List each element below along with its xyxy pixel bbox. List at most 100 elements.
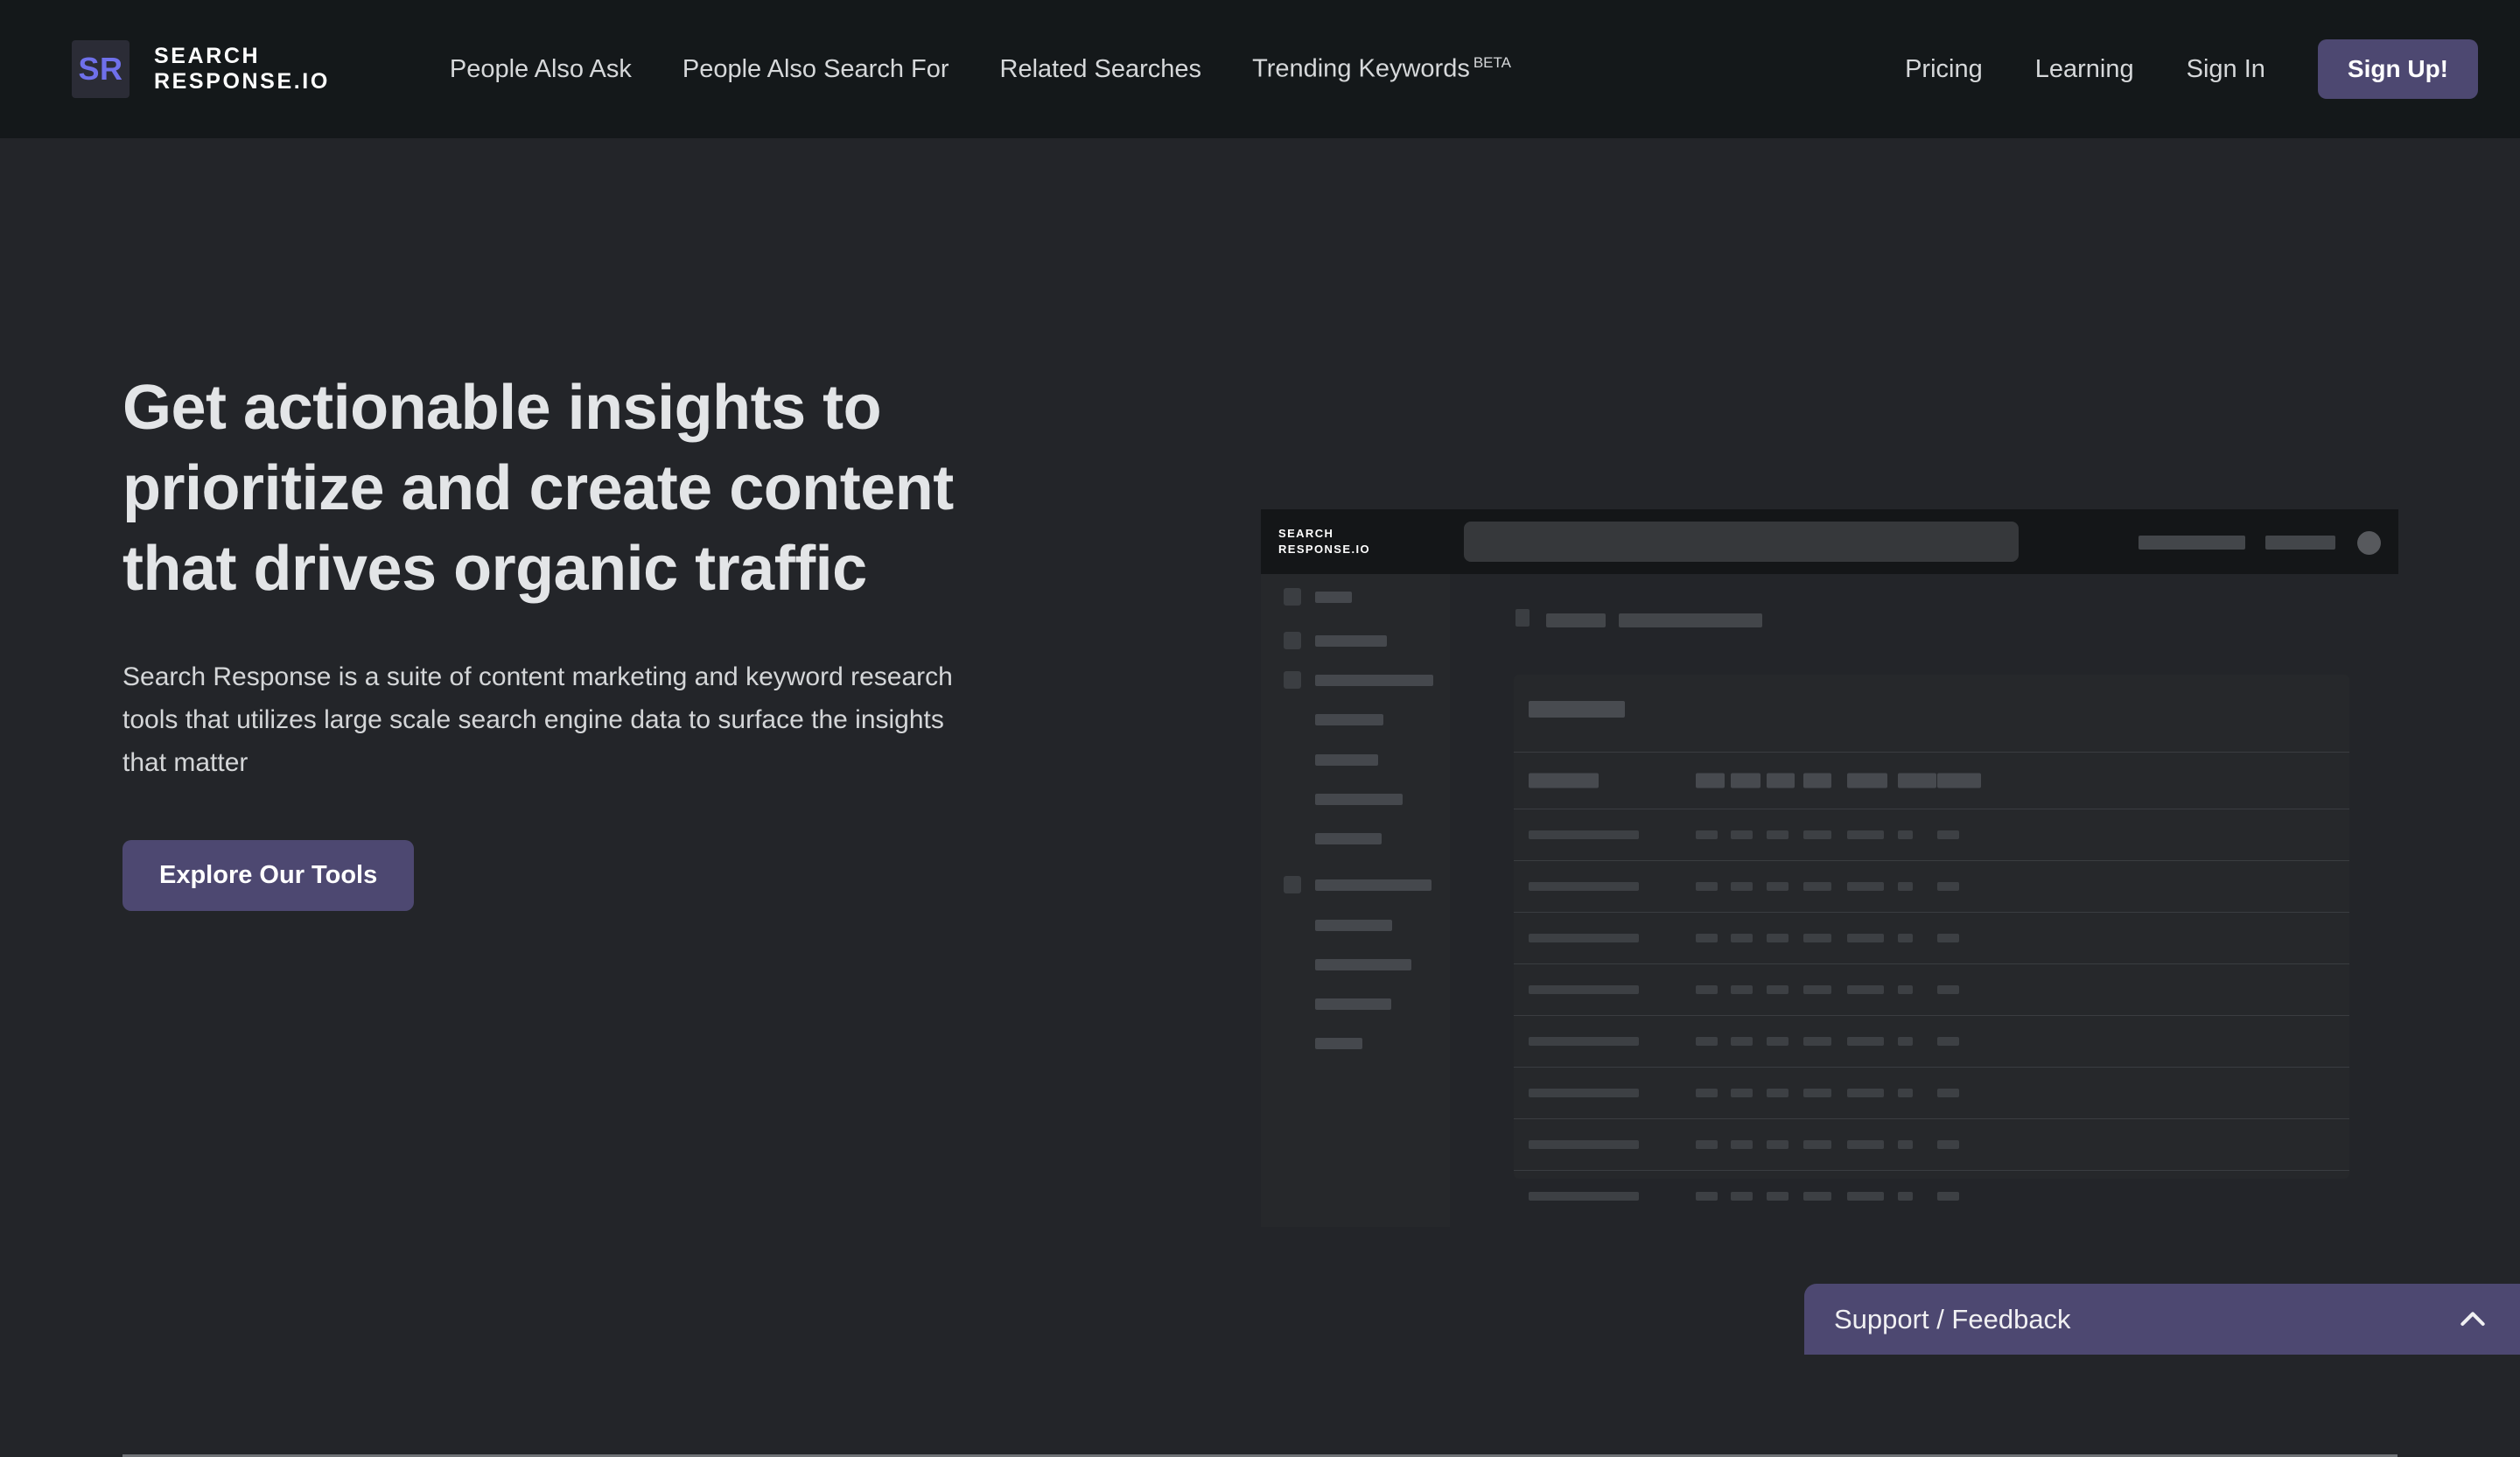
nav-item-people-also-ask[interactable]: People Also Ask (424, 55, 657, 84)
mockup-sidebar-item[interactable] (1261, 995, 1450, 1012)
mockup-table-cell (1731, 1140, 1753, 1149)
nav-label: Related Searches (999, 54, 1202, 83)
mockup-breadcrumb-icon (1516, 609, 1530, 627)
mockup-sidebar-item[interactable] (1261, 588, 1450, 606)
mockup-sidebar-item[interactable] (1261, 751, 1450, 768)
mockup-table-cell (1847, 1140, 1884, 1149)
mockup-table-cell (1937, 830, 1959, 839)
main-nav: People Also Ask People Also Search For R… (424, 54, 1536, 84)
mockup-table-cell (1847, 934, 1884, 942)
mockup-table-cell (1767, 1192, 1788, 1201)
mockup-table-cell (1696, 1140, 1718, 1149)
mockup-table-cell (1529, 985, 1639, 994)
mockup-table-title (1529, 701, 1625, 718)
mockup-table-cell (1529, 934, 1639, 942)
mockup-sidebar-item[interactable] (1261, 1034, 1450, 1052)
mockup-sidebar-item[interactable] (1261, 916, 1450, 934)
mockup-table-header-row (1514, 752, 2349, 809)
support-feedback-widget[interactable]: Support / Feedback (1804, 1284, 2520, 1355)
hero-subtitle: Search Response is a suite of content ma… (122, 662, 953, 777)
mockup-table-cell (1847, 1089, 1884, 1097)
mockup-table-row[interactable] (1514, 1118, 2349, 1170)
mockup-search-input[interactable] (1464, 522, 2019, 562)
mockup-table-cell (1803, 985, 1831, 994)
mockup-table-cell (1529, 882, 1639, 891)
mockup-sidebar-item-label (1315, 675, 1433, 686)
mockup-table-cell (1937, 1192, 1959, 1201)
nav-item-trending-keywords[interactable]: Trending Keywords BETA (1227, 54, 1536, 84)
brand-logo[interactable]: SR SEARCH RESPONSE.IO (72, 40, 330, 98)
chevron-up-icon[interactable] (2455, 1302, 2490, 1337)
mockup-table-row[interactable] (1514, 963, 2349, 1015)
mockup-table-cell (1847, 985, 1884, 994)
nav-item-sign-in[interactable]: Sign In (2160, 55, 2292, 84)
mockup-table-row[interactable] (1514, 1015, 2349, 1067)
mockup-table-cell (1898, 1140, 1913, 1149)
mockup-table-cell (1898, 985, 1913, 994)
mockup-sidebar-item[interactable] (1261, 711, 1450, 728)
nav-item-people-also-search-for[interactable]: People Also Search For (657, 55, 975, 84)
mockup-sidebar-item-label (1315, 1038, 1362, 1049)
mockup-table-cell (1731, 1037, 1753, 1046)
mockup-table-cell (1529, 830, 1639, 839)
nav-item-learning[interactable]: Learning (2009, 55, 2160, 84)
logo-badge-icon: SR (72, 40, 130, 98)
logo-wordmark: SEARCH RESPONSE.IO (154, 43, 330, 95)
mockup-table-cell (1847, 882, 1884, 891)
mockup-sidebar-item[interactable] (1261, 671, 1450, 689)
mockup-avatar (2357, 531, 2381, 555)
mockup-column-header (1696, 773, 1725, 788)
mockup-table-cell (1847, 830, 1884, 839)
app-preview-mockup: SEARCH RESPONSE.IO (1261, 509, 2398, 1227)
mockup-header-placeholder-2 (2265, 536, 2335, 550)
mockup-table-cell (1767, 1037, 1788, 1046)
mockup-table-cell (1731, 882, 1753, 891)
mockup-logo-wordmark: SEARCH RESPONSE.IO (1278, 527, 1370, 556)
nav-label: People Also Search For (682, 54, 949, 83)
mockup-column-header (1937, 773, 1981, 788)
mockup-sidebar-item-label (1315, 879, 1432, 891)
mockup-table-cell (1529, 1140, 1639, 1149)
mockup-table-cell (1898, 1037, 1913, 1046)
mockup-sidebar-item[interactable] (1261, 632, 1450, 649)
mockup-sidebar-item[interactable] (1261, 830, 1450, 847)
mockup-sidebar-item[interactable] (1261, 876, 1450, 893)
mockup-table-cell (1847, 1192, 1884, 1201)
hero-copy: Get actionable insights to prioritize an… (122, 368, 1059, 912)
sign-up-button[interactable]: Sign Up! (2317, 39, 2478, 99)
support-feedback-label: Support / Feedback (1834, 1303, 2071, 1334)
mockup-column-header (1731, 773, 1760, 788)
mockup-sidebar-item[interactable] (1261, 790, 1450, 808)
nav-item-related-searches[interactable]: Related Searches (975, 55, 1228, 84)
mockup-table-row[interactable] (1514, 912, 2349, 963)
mockup-header-placeholder-1 (2138, 536, 2245, 550)
mockup-table-cell (1767, 985, 1788, 994)
mockup-table-card (1514, 675, 2349, 1201)
mockup-table-cell (1767, 934, 1788, 942)
mockup-content-area (1450, 574, 2398, 1227)
mockup-sidebar-item-label (1315, 754, 1378, 766)
mockup-column-header (1898, 773, 1936, 788)
mockup-sidebar-item-icon (1284, 588, 1301, 606)
explore-our-tools-button[interactable]: Explore Our Tools (122, 840, 415, 912)
mockup-table-row[interactable] (1514, 809, 2349, 860)
mockup-table-cell (1937, 1037, 1959, 1046)
mockup-table-row[interactable] (1514, 1067, 2349, 1118)
mockup-table-cell (1803, 830, 1831, 839)
mockup-table-row[interactable] (1514, 860, 2349, 912)
nav-item-pricing[interactable]: Pricing (1879, 55, 2009, 84)
right-nav: Pricing Learning Sign In Sign Up! (1879, 0, 2478, 138)
mockup-table-cell (1847, 1037, 1884, 1046)
mockup-sidebar-item[interactable] (1261, 956, 1450, 973)
mockup-table-cell (1696, 830, 1718, 839)
mockup-table-cell (1767, 1089, 1788, 1097)
mockup-column-header (1767, 773, 1795, 788)
mockup-sidebar-item-icon (1284, 632, 1301, 649)
nav-label: People Also Ask (449, 54, 632, 83)
mockup-table-cell (1767, 882, 1788, 891)
mockup-sidebar-item-label (1315, 592, 1352, 603)
mockup-table-cell (1696, 1192, 1718, 1201)
mockup-table-cell (1803, 882, 1831, 891)
mockup-sidebar-item-label (1315, 794, 1403, 805)
mockup-table-row[interactable] (1514, 1170, 2349, 1222)
